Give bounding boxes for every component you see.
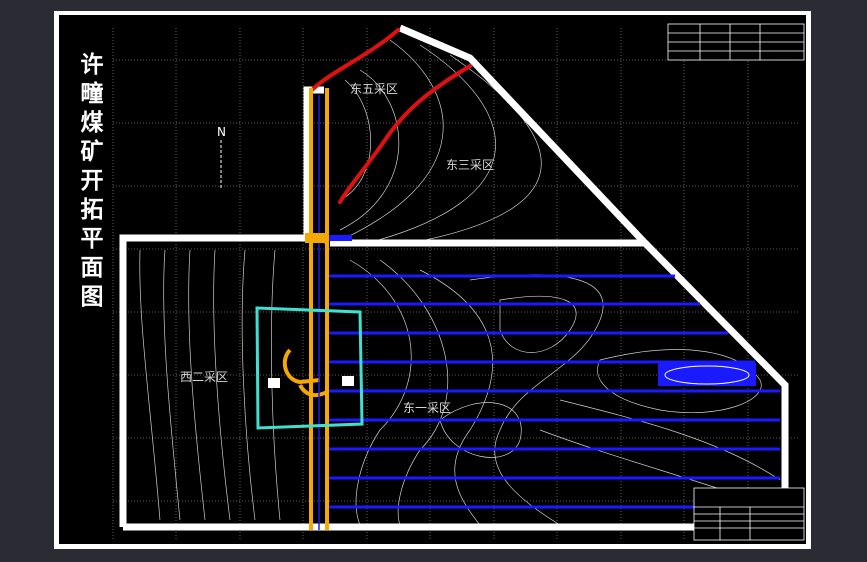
title-char: 疃 [80,80,104,107]
drawing-title: 许 疃 煤 矿 开 拓 平 面 图 [76,50,108,311]
auxiliary-shaft-marker [342,376,354,386]
title-char: 图 [80,283,104,310]
title-block-bottom [693,487,805,541]
title-char: 开 [80,167,104,194]
zone-label-west-two: 西二采区 [180,370,229,384]
title-char: 平 [80,225,104,252]
north-label: N [217,125,226,139]
title-char: 面 [80,254,104,281]
fault-lines [310,28,472,204]
title-char: 拓 [80,196,104,223]
roadway-junction [305,233,327,243]
zone-label-east-five: 东五采区 [350,82,399,96]
title-char: 矿 [80,138,104,165]
title-block-top [667,23,805,61]
mine-plan-drawing[interactable] [0,0,867,562]
zone-label-east-one: 东一采区 [403,401,452,415]
title-char: 许 [80,51,104,78]
title-char: 煤 [80,109,104,136]
main-shaft-marker [268,378,280,388]
zone-label-east-three: 东三采区 [446,158,495,172]
coordinate-grid [112,28,800,540]
